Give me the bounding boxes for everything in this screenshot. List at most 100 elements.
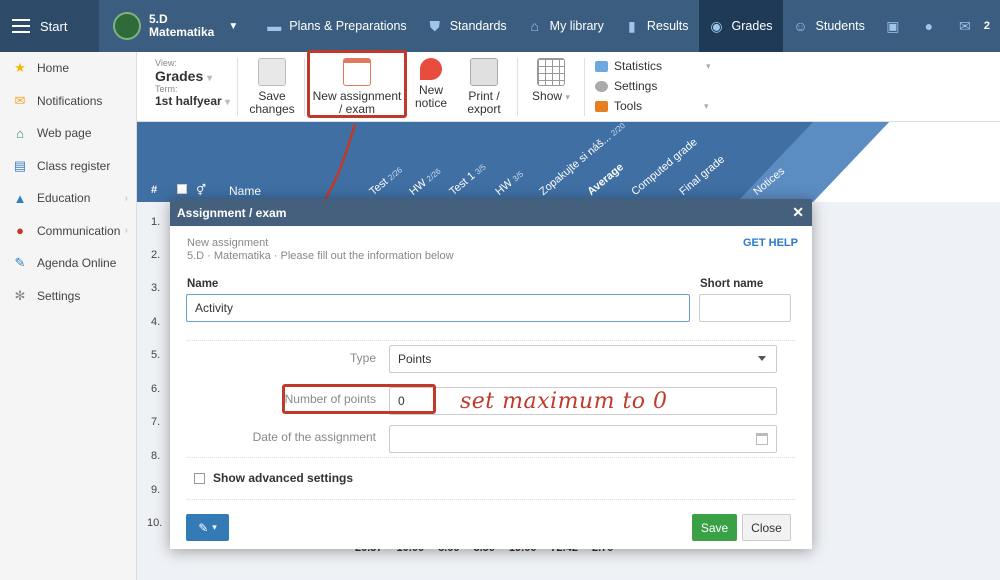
table-row-number: 1. xyxy=(151,216,161,228)
chevron-right-icon: › xyxy=(124,192,128,204)
view-label: View: xyxy=(155,58,177,68)
sidebar-item-settings[interactable]: ✻ Settings xyxy=(0,280,136,313)
grid-icon xyxy=(537,58,565,86)
tools-button[interactable]: Tools ▾ xyxy=(595,96,711,116)
sidebar-item-communication[interactable]: ● Communication › xyxy=(0,215,136,248)
type-select-value: Points xyxy=(398,352,432,366)
save-button[interactable]: Save xyxy=(692,514,737,541)
nav-grades[interactable]: ◉ Grades xyxy=(698,0,783,52)
table-row-number: 2. xyxy=(151,249,161,261)
left-sidebar: ★ Home ✉ Notifications ⌂ Web page ▤ Clas… xyxy=(0,52,137,580)
sidebar-item-label: Class register xyxy=(37,158,111,173)
sidebar-item-agenda-online[interactable]: ✎ Agenda Online xyxy=(0,247,136,280)
sidebar-item-notifications[interactable]: ✉ Notifications xyxy=(0,85,136,118)
sidebar-item-label: Web page xyxy=(37,126,92,141)
dialog-title: Assignment / exam xyxy=(177,205,287,220)
new-notice-button[interactable]: New notice xyxy=(413,56,449,110)
toolbar-divider xyxy=(584,58,585,116)
start-menu-button[interactable]: Start xyxy=(0,0,99,52)
date-label: Date of the assignment xyxy=(252,430,376,444)
nav-chat[interactable]: ● xyxy=(911,0,947,52)
statistics-button[interactable]: Statistics ▾ xyxy=(595,56,711,76)
close-button[interactable]: Close xyxy=(742,514,791,541)
print-export-button[interactable]: Print / export xyxy=(462,56,506,116)
printer-icon xyxy=(470,58,498,86)
chevron-right-icon: › xyxy=(124,225,128,237)
wrench-icon: ✎ xyxy=(198,520,209,535)
table-row-number: 7. xyxy=(151,416,161,428)
sidebar-item-web-page[interactable]: ⌂ Web page xyxy=(0,117,136,150)
star-icon: ★ xyxy=(14,60,26,76)
gender-icon: ⚥ xyxy=(196,185,206,197)
envelope-icon: ✉ xyxy=(959,17,971,34)
dialog-header: Assignment / exam ✕ xyxy=(170,199,812,226)
students-icon: ☺ xyxy=(793,18,808,34)
register-icon: ▤ xyxy=(13,157,27,173)
nav-students[interactable]: ☺ Students xyxy=(783,0,875,52)
advanced-settings-label: Show advanced settings xyxy=(213,471,354,485)
assignment-exam-dialog: Assignment / exam ✕ New assignment 5.D ·… xyxy=(170,199,812,549)
education-icon: ▲ xyxy=(13,190,27,206)
toolbar-divider xyxy=(517,58,518,116)
tools-dropdown-button[interactable]: ✎ ▾ xyxy=(186,514,229,541)
name-input[interactable] xyxy=(186,294,690,322)
button-label: Tools xyxy=(614,99,643,113)
settings-button[interactable]: Settings xyxy=(595,76,711,96)
nav-my-library[interactable]: ⌂ My library xyxy=(517,0,614,52)
select-all-checkbox[interactable]: ⚥ xyxy=(177,184,206,197)
button-label: export xyxy=(467,102,501,116)
table-row-number: 4. xyxy=(151,316,161,328)
top-navigation-bar: Start 5.D Matematika ▼ ▬ Plans & Prepara… xyxy=(0,0,1000,52)
gear-icon xyxy=(595,80,608,92)
chat-icon: ● xyxy=(924,18,934,34)
table-row-number: 6. xyxy=(151,383,161,395)
save-changes-button[interactable]: Save changes xyxy=(247,56,297,116)
class-avatar xyxy=(112,12,141,40)
chart-icon xyxy=(595,60,608,72)
button-label: changes xyxy=(249,102,295,116)
type-label: Type xyxy=(349,351,376,365)
advanced-settings-toggle[interactable]: Show advanced settings xyxy=(194,471,353,485)
nav-mail[interactable]: ✉ 2 xyxy=(947,0,1000,52)
chevron-down-icon: ▼ xyxy=(228,20,239,32)
people-icon: ● xyxy=(16,223,24,239)
divider xyxy=(187,457,795,458)
table-row-number: 10. xyxy=(147,517,163,529)
table-row-number: 9. xyxy=(151,484,161,496)
sidebar-item-education[interactable]: ▲ Education › xyxy=(0,182,136,215)
chevron-down-icon: ▾ xyxy=(207,73,213,84)
class-selector[interactable]: 5.D Matematika ▼ xyxy=(99,0,256,52)
divider xyxy=(187,499,795,500)
nav-standards[interactable]: ⛊ Standards xyxy=(417,0,517,52)
table-row-number: 8. xyxy=(151,450,161,462)
checkbox-icon xyxy=(177,184,187,194)
nav-label: Results xyxy=(646,19,689,33)
nav-plans-preparations[interactable]: ▬ Plans & Preparations xyxy=(256,0,416,52)
briefcase-icon: ▬ xyxy=(267,18,282,34)
chevron-down-icon: ▾ xyxy=(565,92,570,102)
sidebar-item-class-register[interactable]: ▤ Class register xyxy=(0,150,136,183)
chevron-down-icon: ▾ xyxy=(704,101,709,111)
type-select[interactable]: Points xyxy=(389,345,777,373)
checkbox-icon xyxy=(194,472,205,484)
get-help-link[interactable]: GET HELP xyxy=(743,237,798,249)
floppy-disk-icon xyxy=(258,58,286,86)
nav-label: Grades xyxy=(731,19,773,33)
dialog-subtitle-line: 5.D · Matematika · Please fill out the i… xyxy=(187,250,454,262)
table-row-number: 3. xyxy=(151,282,161,294)
view-term-selector[interactable]: View: Grades ▾ Term: 1st halfyear ▾ xyxy=(155,58,230,108)
nav-board[interactable]: ▣ xyxy=(875,0,911,52)
show-dropdown[interactable]: Show ▾ xyxy=(525,56,577,104)
dialog-subtitle: New assignment 5.D · Matematika · Please… xyxy=(187,237,454,263)
toolbar-divider xyxy=(237,58,238,116)
gear-icon: ✻ xyxy=(14,287,26,303)
close-icon[interactable]: ✕ xyxy=(792,204,804,221)
nav-results[interactable]: ▮ Results xyxy=(614,0,699,52)
sidebar-item-home[interactable]: ★ Home xyxy=(0,52,136,85)
grades-table-header: # ⚥ Name Test2/26 HW2/26 Test 13/5 HW3/5… xyxy=(137,122,1000,202)
button-label: Statistics xyxy=(614,59,663,73)
name-label: Name xyxy=(187,278,219,290)
date-input[interactable] xyxy=(389,425,777,453)
short-name-input[interactable] xyxy=(699,294,791,322)
sidebar-item-label: Home xyxy=(37,61,70,76)
